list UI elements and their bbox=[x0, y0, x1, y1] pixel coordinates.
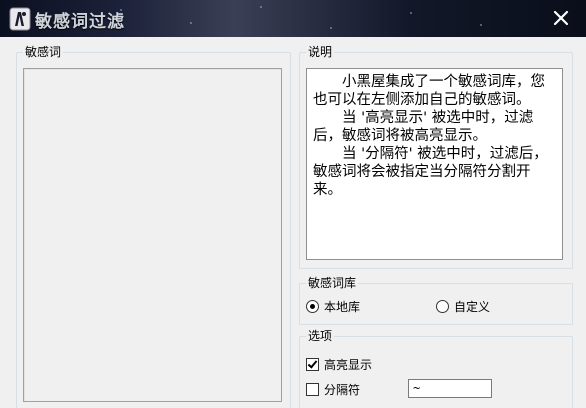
sensitive-word-filter-window: 敏感词过滤 敏感词 说明 小黑屋集成了一个敏感词库，您也可以在左侧添加自己的敏感… bbox=[0, 0, 586, 408]
radio-custom-library-indicator[interactable] bbox=[436, 300, 449, 313]
options-group-label: 选项 bbox=[306, 329, 335, 343]
radio-local-library-indicator[interactable] bbox=[306, 300, 319, 313]
options-group: 选项 高亮显示 分隔符 ~ bbox=[299, 329, 573, 408]
separator-checkbox[interactable]: 分隔符 bbox=[306, 381, 360, 398]
decor-star bbox=[480, 24, 482, 26]
app-logo-icon bbox=[9, 7, 31, 31]
radio-custom-library-label: 自定义 bbox=[454, 300, 491, 314]
radio-local-library[interactable]: 本地库 bbox=[306, 298, 360, 315]
decor-star bbox=[330, 27, 332, 29]
library-group-label: 敏感词库 bbox=[306, 276, 359, 290]
decor-star bbox=[190, 22, 192, 24]
title-bar[interactable]: 敏感词过滤 bbox=[0, 0, 586, 37]
description-text: 小黑屋集成了一个敏感词库，您也可以在左侧添加自己的敏感词。 当 '高亮显示' 被… bbox=[306, 68, 563, 260]
description-group: 说明 小黑屋集成了一个敏感词库，您也可以在左侧添加自己的敏感词。 当 '高亮显示… bbox=[299, 45, 573, 269]
highlight-checkbox[interactable]: 高亮显示 bbox=[306, 356, 372, 373]
highlight-checkbox-box[interactable] bbox=[306, 358, 319, 371]
decor-star bbox=[410, 12, 412, 14]
close-icon[interactable] bbox=[550, 7, 572, 29]
separator-checkbox-label: 分隔符 bbox=[324, 383, 361, 397]
separator-input[interactable]: ~ bbox=[408, 379, 492, 398]
library-group: 敏感词库 本地库 自定义 bbox=[299, 276, 573, 325]
sensitive-words-group: 敏感词 bbox=[16, 45, 291, 408]
window-title: 敏感词过滤 bbox=[35, 12, 125, 32]
highlight-checkbox-label: 高亮显示 bbox=[324, 358, 373, 372]
sensitive-words-group-label: 敏感词 bbox=[23, 45, 64, 59]
separator-checkbox-box[interactable] bbox=[306, 383, 319, 396]
description-group-label: 说明 bbox=[306, 45, 335, 59]
radio-local-library-label: 本地库 bbox=[324, 300, 361, 314]
decor-star bbox=[260, 6, 262, 8]
radio-custom-library[interactable]: 自定义 bbox=[436, 298, 490, 315]
sensitive-words-list[interactable] bbox=[23, 68, 282, 402]
dialog-body: 敏感词 说明 小黑屋集成了一个敏感词库，您也可以在左侧添加自己的敏感词。 当 '… bbox=[0, 37, 586, 408]
